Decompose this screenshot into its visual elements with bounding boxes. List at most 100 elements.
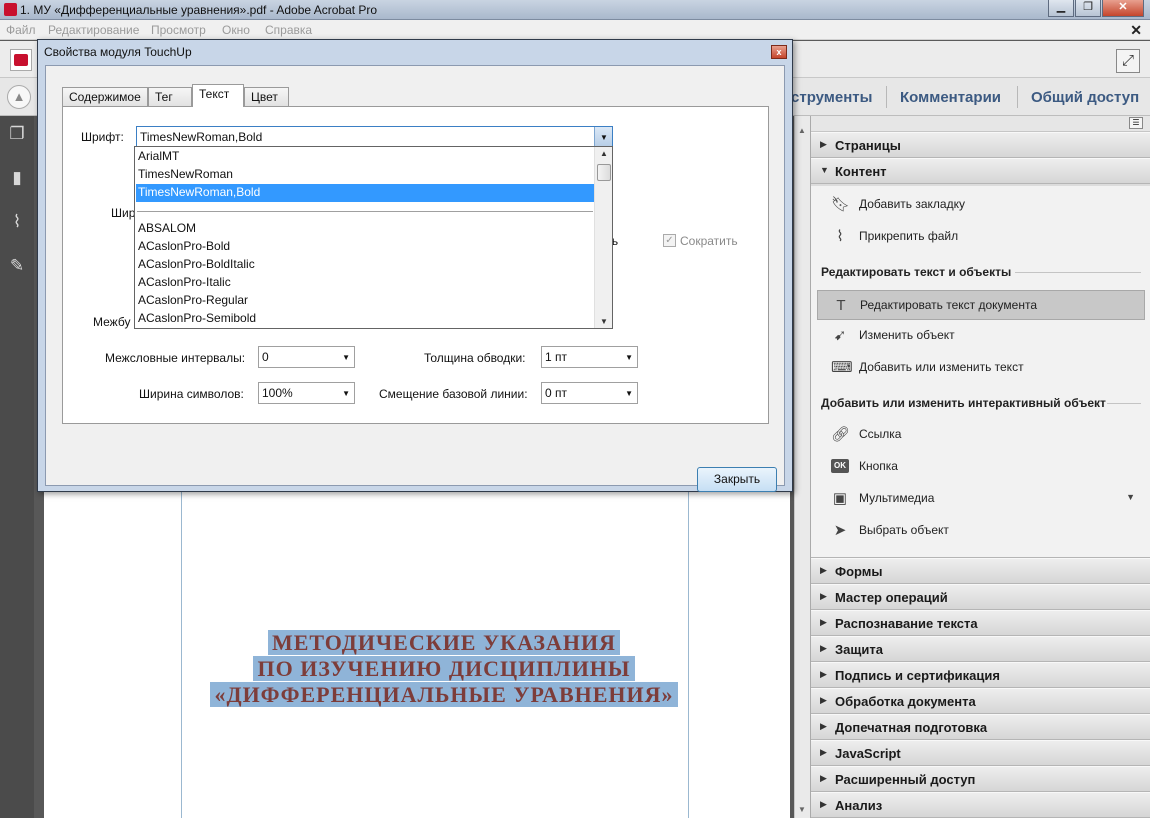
menu-help[interactable]: Справка xyxy=(265,23,312,37)
tab-text[interactable]: Текст xyxy=(192,84,244,107)
menu-edit[interactable]: Редактирование xyxy=(48,23,139,37)
pages-icon[interactable]: ❐ xyxy=(7,124,27,146)
stroke-width-value: 1 пт xyxy=(545,350,568,364)
panel-forms[interactable]: ▶ Формы xyxy=(811,558,1150,584)
font-option[interactable]: ACaslonPro-Italic xyxy=(136,274,594,292)
attach-file-item[interactable]: ⌇ Прикрепить файл xyxy=(827,224,1145,250)
panel-print-production[interactable]: ▶ Допечатная подготовка xyxy=(811,714,1150,740)
baseline-offset-select[interactable]: 0 пт ▼ xyxy=(541,382,638,404)
collapsed-triangle-icon: ▶ xyxy=(820,591,827,601)
dropdown-arrow-icon[interactable]: ▼ xyxy=(1126,492,1135,502)
share-link[interactable]: Общий доступ xyxy=(1031,89,1139,106)
font-option[interactable]: ACaslonPro-Semibold xyxy=(136,310,594,328)
toolbar-separator xyxy=(1017,86,1018,108)
panel-label: Мастер операций xyxy=(835,590,948,605)
panel-analyze[interactable]: ▶ Анализ xyxy=(811,792,1150,818)
font-option-selected[interactable]: TimesNewRoman,Bold xyxy=(136,184,594,202)
edit-object-item[interactable]: ➹ Изменить объект xyxy=(827,323,1145,349)
doc-line-2[interactable]: ПО ИЗУЧЕНИЮ ДИСЦИПЛИНЫ xyxy=(253,656,635,681)
panel-pages[interactable]: ▶ Страницы xyxy=(811,132,1150,158)
shrink-checkbox[interactable]: ✓ xyxy=(663,234,676,247)
link-item[interactable]: 🔗︎ Ссылка xyxy=(827,422,1145,448)
close-dialog-button[interactable]: Закрыть xyxy=(697,467,777,492)
signature-icon[interactable]: ✎ xyxy=(7,256,27,278)
add-bookmark-item[interactable]: 🔖︎ Добавить закладку xyxy=(827,192,1145,218)
collapsed-triangle-icon: ▶ xyxy=(820,721,827,731)
edit-document-text-item[interactable]: T Редактировать текст документа xyxy=(817,290,1145,320)
letter-spacing-label-partial: Межбу xyxy=(93,315,131,329)
font-option[interactable]: ABSALOM xyxy=(136,220,594,238)
add-edit-text-item[interactable]: ⌨ Добавить или изменить текст xyxy=(827,355,1145,381)
document-title-text[interactable]: МЕТОДИЧЕСКИЕ УКАЗАНИЯ ПО ИЗУЧЕНИЮ ДИСЦИП… xyxy=(184,630,704,708)
bookmark-icon[interactable]: ▮ xyxy=(7,168,27,190)
doc-line-1[interactable]: МЕТОДИЧЕСКИЕ УКАЗАНИЯ xyxy=(267,630,621,655)
word-spacing-select[interactable]: 0 ▼ xyxy=(258,346,355,368)
panel-javascript[interactable]: ▶ JavaScript xyxy=(811,740,1150,766)
menu-bar: Файл Редактирование Просмотр Окно Справк… xyxy=(0,20,1150,40)
collapsed-triangle-icon: ▶ xyxy=(820,747,827,757)
font-dropdown-list[interactable]: ArialMT TimesNewRoman TimesNewRoman,Bold… xyxy=(134,146,613,329)
scroll-up-icon[interactable]: ▲ xyxy=(600,149,608,158)
stroke-width-select[interactable]: 1 пт ▼ xyxy=(541,346,638,368)
comments-link[interactable]: Комментарии xyxy=(900,89,1001,106)
dialog-close-icon[interactable]: x xyxy=(771,45,787,59)
font-option[interactable]: ArialMT xyxy=(136,148,594,166)
char-width-select[interactable]: 100% ▼ xyxy=(258,382,355,404)
panel-sign-certify[interactable]: ▶ Подпись и сертификация xyxy=(811,662,1150,688)
item-label: Выбрать объект xyxy=(859,523,949,537)
panel-accessibility[interactable]: ▶ Расширенный доступ xyxy=(811,766,1150,792)
font-option[interactable]: TimesNewRoman xyxy=(136,166,594,184)
font-dropdown-button[interactable]: ▼ xyxy=(594,127,612,147)
char-width-label: Ширина символов: xyxy=(139,387,244,401)
scroll-up-icon[interactable]: ▲ xyxy=(798,126,806,135)
previous-page-icon[interactable]: ▲ xyxy=(7,85,31,109)
scroll-down-icon[interactable]: ▼ xyxy=(600,317,608,326)
scroll-down-icon[interactable]: ▼ xyxy=(798,805,806,814)
font-list-scrollbar[interactable]: ▲ ▼ xyxy=(594,147,612,328)
content-panel-body: 🔖︎ Добавить закладку ⌇ Прикрепить файл Р… xyxy=(811,186,1150,558)
panel-action-wizard[interactable]: ▶ Мастер операций xyxy=(811,584,1150,610)
menu-file[interactable]: Файл xyxy=(6,23,36,37)
tab-content[interactable]: Содержимое xyxy=(62,87,148,106)
panel-label: Обработка документа xyxy=(835,694,976,709)
item-label: Добавить или изменить текст xyxy=(859,360,1024,374)
multimedia-item[interactable]: ▣ Мультимедиа ▼ xyxy=(827,486,1145,512)
menu-view[interactable]: Просмотр xyxy=(151,23,206,37)
tab-tag[interactable]: Тег xyxy=(148,87,192,106)
multimedia-icon: ▣ xyxy=(832,490,848,507)
tools-link[interactable]: струменты xyxy=(791,89,872,106)
close-window-button[interactable]: ✕ xyxy=(1102,0,1144,17)
item-label: Редактировать текст документа xyxy=(860,298,1037,312)
panel-document-processing[interactable]: ▶ Обработка документа xyxy=(811,688,1150,714)
navigation-pane: ❐ ▮ ⌇ ✎ xyxy=(0,116,34,818)
panel-text-recognition[interactable]: ▶ Распознавание текста xyxy=(811,610,1150,636)
select-object-item[interactable]: ➤ Выбрать объект xyxy=(827,518,1145,544)
panel-content[interactable]: ▼ Контент xyxy=(811,158,1150,184)
typewriter-icon: ⌨ xyxy=(831,359,853,376)
select-arrow-icon: ➤ xyxy=(833,522,847,539)
chevron-down-icon: ▼ xyxy=(342,353,350,362)
tab-color[interactable]: Цвет xyxy=(244,87,289,106)
expand-icon[interactable]: ⤢ xyxy=(1116,49,1140,73)
scroll-thumb[interactable] xyxy=(597,164,611,181)
font-option[interactable]: ACaslonPro-BoldItalic xyxy=(136,256,594,274)
maximize-button[interactable]: ❐ xyxy=(1075,0,1101,17)
font-option[interactable]: ACaslonPro-Regular xyxy=(136,292,594,310)
collapsed-triangle-icon: ▶ xyxy=(820,669,827,679)
create-pdf-icon[interactable] xyxy=(10,49,32,71)
section-edit-heading: Редактировать текст и объекты xyxy=(821,265,1012,279)
panel-protection[interactable]: ▶ Защита xyxy=(811,636,1150,662)
minimize-button[interactable]: ▁ xyxy=(1048,0,1074,17)
panel-label: Анализ xyxy=(835,798,883,813)
document-scrollbar[interactable]: ▲ ▼ xyxy=(794,116,810,818)
doc-line-3[interactable]: «ДИФФЕРЕНЦИАЛЬНЫЕ УРАВНЕНИЯ» xyxy=(210,682,678,707)
panel-label: Контент xyxy=(835,164,887,179)
pane-menu-icon[interactable]: ☰ xyxy=(1129,117,1143,129)
close-doc-icon[interactable]: ✕ xyxy=(1130,22,1142,39)
font-option[interactable]: ACaslonPro-Bold xyxy=(136,238,594,256)
attachment-icon[interactable]: ⌇ xyxy=(7,212,27,234)
baseline-offset-label: Смещение базовой линии: xyxy=(379,387,528,401)
menu-window[interactable]: Окно xyxy=(222,23,250,37)
button-item[interactable]: OK Кнопка xyxy=(827,454,1145,480)
font-combobox[interactable]: TimesNewRoman,Bold ▼ xyxy=(136,126,613,148)
